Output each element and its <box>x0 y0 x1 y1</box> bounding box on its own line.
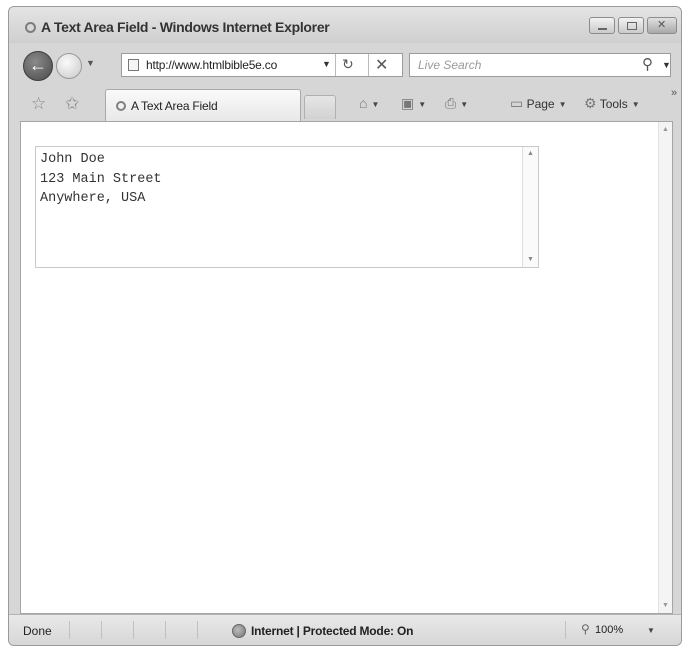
tools-menu-label: Tools <box>599 97 628 111</box>
window-title: A Text Area Field - Windows Internet Exp… <box>41 19 330 35</box>
page-menu-label: Page <box>526 97 555 111</box>
tab-label: A Text Area Field <box>131 99 218 113</box>
feeds-dropdown-icon[interactable]: ▼ <box>418 100 426 109</box>
forward-icon[interactable] <box>56 53 82 79</box>
refresh-icon[interactable]: ↻ <box>342 56 354 73</box>
tab-active[interactable]: A Text Area Field <box>105 89 301 121</box>
search-box[interactable]: Live Search ⚲ ▼ <box>409 53 671 77</box>
security-zone[interactable]: Internet | Protected Mode: On <box>251 624 413 638</box>
address-textarea[interactable]: John Doe 123 Main Street Anywhere, USA ▲… <box>35 146 539 268</box>
divider <box>368 54 369 76</box>
add-favorites-icon[interactable]: ✩ <box>65 94 79 114</box>
home-icon: ⌂ <box>359 95 368 111</box>
page-content: John Doe 123 Main Street Anywhere, USA ▲… <box>20 121 673 614</box>
command-bar: ☆ ✩ A Text Area Field ⌂ ▼ ▣ ▼ ⎙ ▼ ▭ Page ▼ ⚙… <box>9 83 681 123</box>
favorites-star-icon[interactable]: ☆ <box>31 94 46 114</box>
home-dropdown-icon[interactable]: ▼ <box>371 100 379 109</box>
stop-icon[interactable]: ✕ <box>375 55 388 75</box>
ie-logo-icon <box>25 22 36 33</box>
globe-icon <box>232 624 246 638</box>
title-bar: A Text Area Field - Windows Internet Exp… <box>9 7 681 43</box>
textarea-scrollbar[interactable]: ▲ ▼ <box>522 147 538 267</box>
address-dropdown-icon[interactable]: ▼ <box>322 59 331 69</box>
page-icon: ▭ <box>510 95 524 111</box>
home-button[interactable]: ⌂ ▼ <box>359 95 379 111</box>
status-text: Done <box>23 624 52 638</box>
feeds-icon: ▣ <box>401 95 415 111</box>
history-dropdown-icon[interactable]: ▼ <box>86 58 95 68</box>
page-scrollbar[interactable]: ▲ ▼ <box>658 122 672 613</box>
scroll-down-icon[interactable]: ▼ <box>527 256 534 263</box>
page-menu-button[interactable]: ▭ Page ▼ <box>510 95 567 112</box>
chevron-more-icon[interactable]: » <box>671 87 677 99</box>
divider <box>335 54 336 76</box>
zoom-icon[interactable]: ⚲ <box>581 622 590 636</box>
scroll-down-icon[interactable]: ▼ <box>662 602 669 609</box>
address-bar[interactable]: http://www.htmlbible5e.co ▼ ↻ ✕ <box>121 53 403 77</box>
tools-dropdown-icon: ▼ <box>631 100 640 110</box>
search-dropdown-icon[interactable]: ▼ <box>662 60 671 70</box>
minimize-button[interactable] <box>589 17 615 34</box>
print-button[interactable]: ⎙ ▼ <box>445 95 468 112</box>
zoom-level[interactable]: 100% <box>595 624 623 636</box>
page-dropdown-icon: ▼ <box>558 100 567 110</box>
tools-icon: ⚙ <box>584 95 597 111</box>
address-input[interactable]: http://www.htmlbible5e.co <box>146 58 316 72</box>
search-input[interactable]: Live Search <box>418 58 481 72</box>
close-button[interactable] <box>647 17 677 34</box>
tools-menu-button[interactable]: ⚙ Tools ▼ <box>584 95 640 112</box>
zoom-dropdown-icon[interactable]: ▼ <box>647 626 655 635</box>
textarea-field[interactable]: John Doe 123 Main Street Anywhere, USA <box>36 147 522 267</box>
print-icon: ⎙ <box>445 95 457 111</box>
new-tab-button[interactable] <box>304 95 336 119</box>
ie-page-icon <box>116 101 126 111</box>
maximize-button[interactable] <box>618 17 644 34</box>
search-icon[interactable]: ⚲ <box>642 55 653 73</box>
print-dropdown-icon[interactable]: ▼ <box>460 100 468 109</box>
back-arrow-icon[interactable]: ← <box>23 51 53 81</box>
feeds-button[interactable]: ▣ ▼ <box>401 95 426 112</box>
navigation-bar: ← ▼ http://www.htmlbible5e.co ▼ ↻ ✕ Live… <box>9 43 681 83</box>
status-bar: Done Internet | Protected Mode: On ⚲ 100… <box>9 614 681 645</box>
browser-window: A Text Area Field - Windows Internet Exp… <box>8 6 682 646</box>
scroll-up-icon[interactable]: ▲ <box>662 126 669 133</box>
page-icon <box>128 59 139 71</box>
scroll-up-icon[interactable]: ▲ <box>527 150 534 157</box>
